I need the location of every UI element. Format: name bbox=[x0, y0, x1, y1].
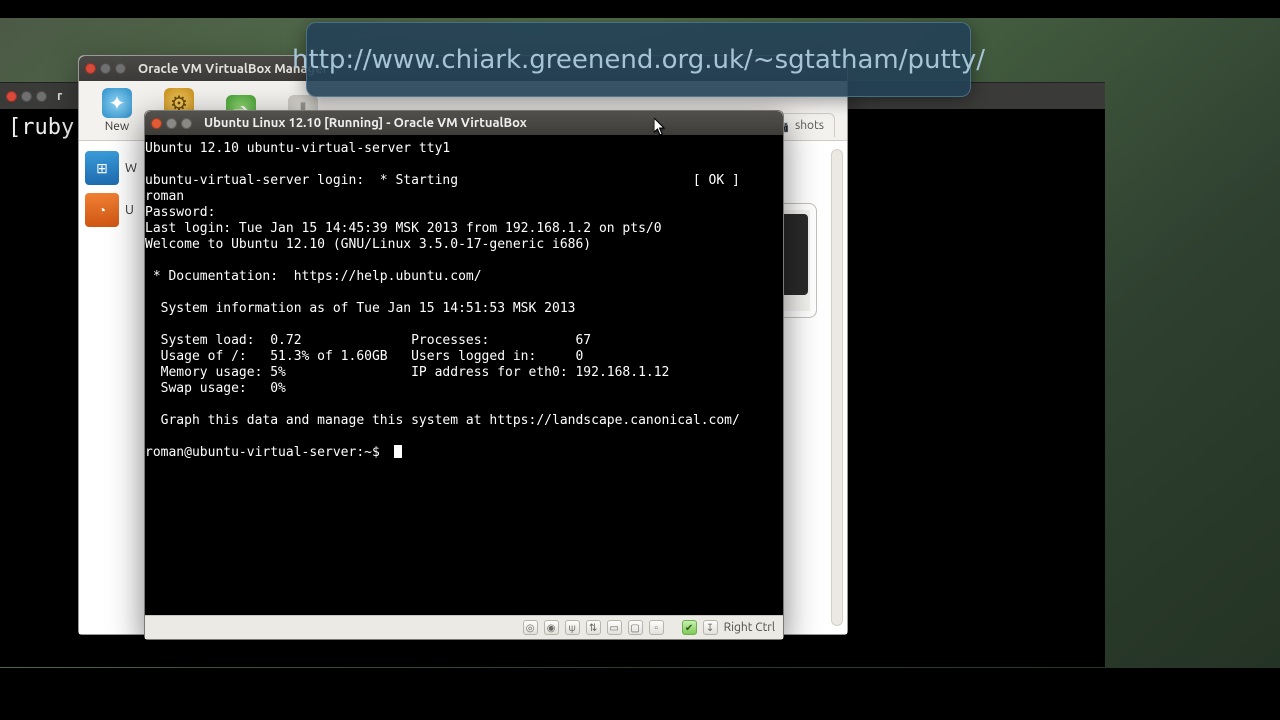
minimize-icon[interactable] bbox=[166, 118, 177, 129]
letterbox-top bbox=[0, 0, 1280, 18]
optical-drive-icon[interactable]: ◉ bbox=[544, 620, 559, 635]
vm-console-titlebar[interactable]: Ubuntu Linux 12.10 [Running] - Oracle VM… bbox=[145, 111, 783, 135]
minimize-icon[interactable] bbox=[100, 63, 111, 74]
maximize-icon[interactable] bbox=[36, 91, 47, 102]
display-icon[interactable]: ▢ bbox=[628, 620, 643, 635]
url-overlay-text: http://www.chiark.greenend.org.uk/~sgtat… bbox=[292, 45, 985, 75]
mouse-integration-icon[interactable]: ↧ bbox=[703, 620, 718, 635]
scrollbar[interactable] bbox=[831, 149, 843, 626]
vm-console-window: Ubuntu Linux 12.10 [Running] - Oracle VM… bbox=[144, 110, 784, 640]
maximize-icon[interactable] bbox=[181, 118, 192, 129]
shared-folders-icon[interactable]: ▭ bbox=[607, 620, 622, 635]
usb-icon[interactable]: ψ bbox=[565, 620, 580, 635]
minimize-icon[interactable] bbox=[21, 91, 32, 102]
snapshots-label: shots bbox=[795, 119, 824, 132]
letterbox-bottom bbox=[0, 668, 1280, 720]
new-vm-button[interactable]: ✦ New bbox=[87, 83, 147, 139]
vm-item-label: U bbox=[125, 203, 134, 217]
windows-icon: ⊞ bbox=[85, 151, 119, 185]
new-label: New bbox=[105, 120, 130, 133]
ubuntu-icon: ◔ bbox=[85, 193, 119, 227]
cursor-icon bbox=[654, 118, 666, 136]
vm-status-bar: ◎ ◉ ψ ⇅ ▭ ▢ ▫ ✔ ↧ Right Ctrl bbox=[145, 615, 783, 639]
background-terminal-title: r bbox=[57, 89, 62, 103]
vm-item-label: W bbox=[125, 161, 137, 175]
close-icon[interactable] bbox=[85, 63, 96, 74]
guest-additions-icon[interactable]: ✔ bbox=[682, 620, 697, 635]
maximize-icon[interactable] bbox=[115, 63, 126, 74]
new-icon: ✦ bbox=[102, 88, 132, 118]
hard-disk-icon[interactable]: ◎ bbox=[523, 620, 538, 635]
url-overlay-banner: http://www.chiark.greenend.org.uk/~sgtat… bbox=[306, 22, 971, 97]
close-icon[interactable] bbox=[151, 118, 162, 129]
vm-console-terminal[interactable]: Ubuntu 12.10 ubuntu-virtual-server tty1 … bbox=[145, 135, 783, 615]
close-icon[interactable] bbox=[6, 91, 17, 102]
network-icon[interactable]: ⇅ bbox=[586, 620, 601, 635]
host-key-label: Right Ctrl bbox=[724, 621, 775, 634]
vm-console-title: Ubuntu Linux 12.10 [Running] - Oracle VM… bbox=[204, 116, 527, 130]
vrde-icon[interactable]: ▫ bbox=[649, 620, 664, 635]
